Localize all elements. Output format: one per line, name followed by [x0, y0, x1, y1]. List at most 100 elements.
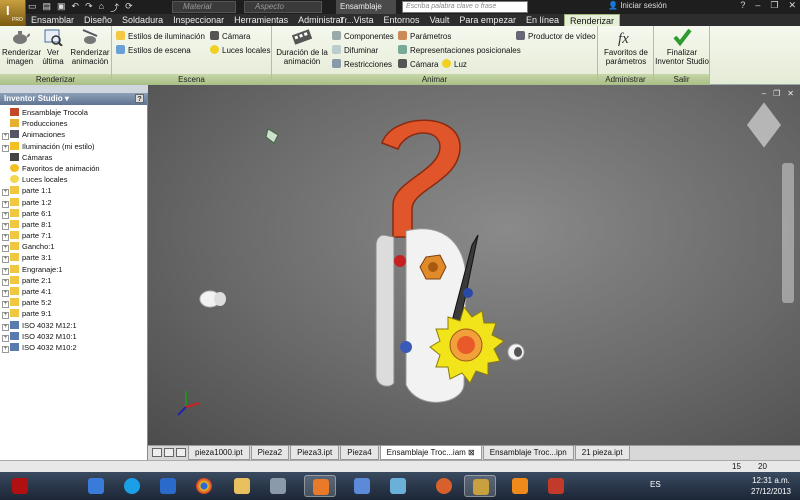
view-last-button[interactable]: Ver última — [38, 28, 68, 66]
browser-node[interactable]: Favoritos de animación — [2, 163, 147, 174]
material-combo[interactable]: Material — [172, 1, 236, 13]
expand-toggle-icon[interactable]: + — [2, 144, 9, 152]
taskbar-app-1[interactable] — [80, 475, 112, 497]
tile-icon[interactable] — [152, 448, 162, 457]
update-icon[interactable]: ⟳ — [125, 1, 133, 14]
browser-help-button[interactable]: ? — [135, 94, 144, 103]
language-indicator[interactable]: ES — [650, 480, 661, 489]
cascade-icon[interactable] — [164, 448, 174, 457]
document-tab[interactable]: Ensamblaje Troc...ipn — [482, 446, 574, 460]
save-icon[interactable]: ▣ — [57, 1, 66, 14]
system-clock[interactable]: 12:31 a.m. 27/12/2013 — [746, 475, 796, 497]
lighting-styles-button[interactable]: Estilos de iluminación — [116, 31, 205, 42]
restore-button[interactable]: ❐ — [770, 0, 778, 11]
return-icon[interactable]: ⤴ — [110, 1, 119, 14]
browser-node[interactable]: + parte 8:1 — [2, 219, 147, 230]
taskbar-chrome[interactable] — [188, 475, 220, 497]
browser-node[interactable]: + parte 5:2 — [2, 297, 147, 309]
redo-icon[interactable]: ↷ — [85, 1, 93, 14]
close-button[interactable]: ✕ — [788, 0, 796, 11]
tab-ensamblar[interactable]: Ensamblar — [26, 14, 79, 26]
browser-node[interactable]: + ISO 4032 M12:1 — [2, 320, 147, 331]
browser-node[interactable]: + ISO 4032 M10:2 — [2, 342, 147, 353]
expand-toggle-icon[interactable]: + — [2, 278, 9, 286]
expand-toggle-icon[interactable]: + — [2, 234, 9, 242]
expand-toggle-icon[interactable]: + — [2, 301, 9, 309]
expand-toggle-icon[interactable]: + — [2, 312, 9, 320]
browser-node[interactable]: Ensamblaje Trocola — [2, 107, 147, 118]
tab-entornos[interactable]: Entornos — [379, 14, 425, 26]
fade-button[interactable]: Difuminar — [332, 45, 378, 56]
tab-soldadura[interactable]: Soldadura — [117, 14, 168, 26]
application-menu-button[interactable]: I PRO — [0, 0, 26, 26]
home-icon[interactable]: ⌂ — [99, 1, 104, 14]
expand-toggle-icon[interactable]: + — [2, 133, 9, 141]
expand-toggle-icon[interactable]: + — [2, 189, 9, 197]
taskbar-inventor[interactable] — [464, 475, 496, 497]
tab-vista[interactable]: Vista — [349, 14, 379, 26]
document-tab[interactable]: 21 pieza.ipt — [574, 446, 630, 460]
browser-node[interactable]: + Animaciones — [2, 129, 147, 141]
local-lights-button[interactable]: Luces locales — [210, 45, 270, 56]
taskbar-app-6[interactable] — [262, 475, 294, 497]
constraints-button[interactable]: Restricciones — [332, 59, 392, 70]
camera-button[interactable]: Cámara — [210, 31, 250, 42]
finish-studio-button[interactable]: Finalizar Inventor Studio — [654, 28, 710, 66]
browser-node[interactable]: + parte 6:1 — [2, 208, 147, 219]
expand-toggle-icon[interactable]: + — [2, 267, 9, 275]
taskbar-app-10[interactable] — [428, 475, 460, 497]
expand-toggle-icon[interactable]: + — [2, 211, 9, 219]
open-icon[interactable]: ▤ — [43, 1, 52, 14]
document-tab[interactable]: Pieza3.ipt — [290, 446, 340, 460]
taskbar-app-3[interactable] — [152, 475, 184, 497]
tab-vault[interactable]: Vault — [425, 14, 455, 26]
param-favorites-button[interactable]: fx Favoritos de parámetros — [600, 28, 652, 66]
expand-toggle-icon[interactable]: + — [2, 345, 9, 353]
tab-renderizar[interactable]: Renderizar — [563, 14, 621, 26]
expand-toggle-icon[interactable]: + — [2, 290, 9, 297]
taskbar-app-9[interactable] — [382, 475, 414, 497]
document-tab[interactable]: Ensamblaje Troc...iam ⊠ — [379, 446, 482, 460]
animate-light-button[interactable]: Luz — [442, 59, 467, 70]
browser-node[interactable]: Luces locales — [2, 174, 147, 185]
browser-node[interactable]: + parte 1:1 — [2, 185, 147, 197]
scene-styles-button[interactable]: Estilos de escena — [116, 45, 191, 56]
taskbar-pdf[interactable] — [304, 475, 336, 497]
help-icon[interactable]: ? — [740, 0, 745, 11]
browser-node[interactable]: + parte 9:1 — [2, 308, 147, 320]
expand-toggle-icon[interactable]: + — [2, 323, 9, 331]
expand-toggle-icon[interactable]: + — [2, 222, 9, 230]
video-producer-button[interactable]: Productor de vídeo — [516, 31, 596, 42]
new-icon[interactable]: ▭ — [28, 1, 37, 14]
tab-diseno[interactable]: Diseño — [79, 14, 117, 26]
graphics-viewport[interactable]: – ❐ ✕ — [148, 85, 800, 445]
browser-node[interactable]: + Iluminación (mi estilo) — [2, 141, 147, 152]
parameters-button[interactable]: Parámetros — [398, 31, 451, 42]
expand-toggle-icon[interactable]: + — [2, 200, 9, 208]
expand-toggle-icon[interactable]: + — [2, 245, 9, 253]
browser-node[interactable]: + Gancho:1 — [2, 241, 147, 253]
minimize-button[interactable]: – — [755, 0, 760, 11]
document-tab[interactable]: pieza1000.ipt — [188, 446, 250, 460]
animate-camera-button[interactable]: Cámara — [398, 59, 438, 70]
taskbar-app-8[interactable] — [346, 475, 378, 497]
browser-node[interactable]: + parte 7:1 — [2, 230, 147, 242]
render-image-button[interactable]: Renderizar imagen — [2, 28, 41, 66]
browser-node[interactable]: + parte 2:1 — [2, 275, 147, 286]
browser-node[interactable]: + parte 4:1 — [2, 286, 147, 297]
browser-node[interactable]: Producciones — [2, 118, 147, 129]
browser-node[interactable]: + parte 3:1 — [2, 252, 147, 264]
browser-node[interactable]: + ISO 4032 M10:1 — [2, 331, 147, 342]
appearance-combo[interactable]: Aspecto — [244, 1, 322, 13]
taskbar-app-13[interactable] — [540, 475, 572, 497]
tab-inspeccionar[interactable]: Inspeccionar — [168, 14, 229, 26]
components-button[interactable]: Componentes — [332, 31, 394, 42]
tab-menu-icon[interactable] — [176, 448, 186, 457]
taskbar-explorer[interactable] — [226, 475, 258, 497]
search-input[interactable]: Escriba palabra clave o frase — [402, 1, 528, 13]
expand-toggle-icon[interactable]: + — [2, 334, 9, 342]
tab-herramientas[interactable]: Herramientas — [229, 14, 293, 26]
animation-duration-button[interactable]: Duración de la animación — [274, 28, 330, 66]
tab-para-empezar[interactable]: Para empezar — [454, 14, 521, 26]
tab-en-linea[interactable]: En línea — [521, 14, 564, 26]
